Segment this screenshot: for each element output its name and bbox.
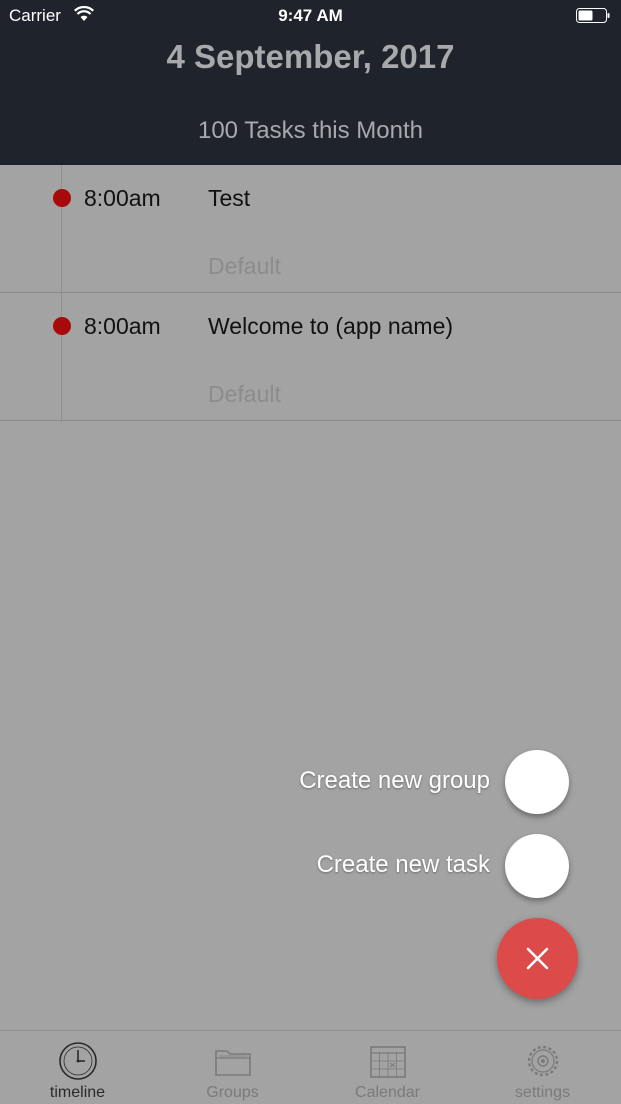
task-dot bbox=[53, 317, 71, 335]
task-group: Default bbox=[208, 381, 281, 407]
task-title: Test bbox=[208, 185, 251, 211]
calendar-icon bbox=[370, 1046, 406, 1078]
tab-groups[interactable]: Groups bbox=[155, 1031, 310, 1104]
month-task-count: 100 Tasks this Month bbox=[197, 117, 423, 144]
task-dot bbox=[53, 189, 71, 207]
task-time: 8:00am bbox=[84, 313, 161, 339]
tab-settings[interactable]: settings bbox=[465, 1031, 620, 1104]
task-row[interactable]: 8:00am Welcome to (app name) Default bbox=[0, 293, 621, 421]
tab-bar: timeline Groups Calendar settings bbox=[0, 1030, 621, 1104]
clock-icon bbox=[59, 1042, 97, 1080]
tab-timeline[interactable]: timeline bbox=[0, 1031, 155, 1104]
status-time: 9:47 AM bbox=[278, 6, 343, 25]
create-group-label[interactable]: Create new group bbox=[299, 767, 490, 795]
tab-label: Groups bbox=[206, 1084, 259, 1101]
create-task-button[interactable] bbox=[505, 834, 569, 898]
tab-calendar[interactable]: Calendar bbox=[310, 1031, 465, 1104]
close-icon bbox=[526, 947, 549, 970]
tab-label: timeline bbox=[49, 1084, 106, 1101]
status-bar: Carrier 9:47 AM bbox=[0, 0, 621, 32]
tab-label: settings bbox=[514, 1084, 571, 1101]
task-group: Default bbox=[208, 253, 281, 279]
gear-icon bbox=[527, 1045, 559, 1077]
header: Carrier 9:47 AM 4 September, 2017 100 Ta… bbox=[0, 0, 621, 165]
task-row[interactable]: 8:00am Test Default bbox=[0, 165, 621, 293]
battery-icon bbox=[576, 8, 610, 23]
tab-label: Calendar bbox=[355, 1084, 420, 1101]
close-menu-button[interactable] bbox=[497, 918, 578, 999]
task-title: Welcome to (app name) bbox=[208, 313, 454, 339]
create-task-label[interactable]: Create new task bbox=[317, 851, 490, 879]
folder-icon bbox=[215, 1050, 251, 1076]
task-time: 8:00am bbox=[84, 185, 161, 211]
page-title: 4 September, 2017 bbox=[166, 38, 455, 75]
create-group-button[interactable] bbox=[505, 750, 569, 814]
